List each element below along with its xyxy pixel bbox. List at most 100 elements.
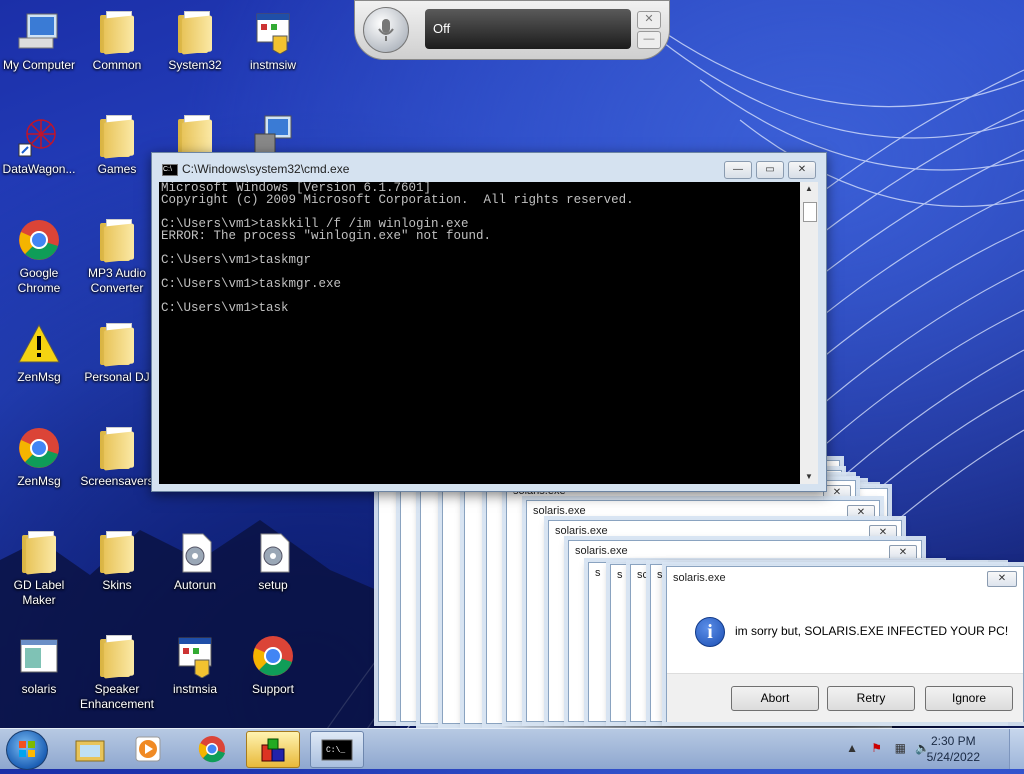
show-hidden-icons[interactable]: ▲: [846, 741, 858, 755]
desktop-icon-skins[interactable]: Skins: [78, 528, 156, 593]
dialog-title: solaris.exe: [575, 545, 628, 557]
desktop-icon-gd-label-maker[interactable]: GD Label Maker: [0, 528, 78, 608]
show-desktop-button[interactable]: [1009, 729, 1024, 769]
taskbar-explorer[interactable]: [64, 731, 116, 766]
taskbar-chrome[interactable]: [186, 731, 238, 766]
desktop-icon-label: My Computer: [2, 58, 76, 72]
scroll-thumb[interactable]: [803, 202, 817, 222]
speech-close-button[interactable]: ✕: [637, 11, 661, 29]
info-icon: i: [695, 617, 725, 647]
scroll-down-icon[interactable]: ▼: [800, 470, 818, 484]
action-center-icon[interactable]: ⚑: [871, 741, 882, 755]
desktop-icon-label: ZenMsg: [17, 474, 61, 488]
folder-icon: [178, 115, 212, 159]
warning-icon: [18, 323, 60, 363]
folder-icon: [100, 323, 134, 367]
desktop-icon-label: Games: [97, 162, 137, 176]
desktop-icon-label: ZenMsg: [17, 370, 61, 384]
start-button[interactable]: [6, 730, 48, 770]
virus-app-icon: [261, 738, 285, 761]
desktop-icon-zenmsg-warning[interactable]: ZenMsg: [0, 320, 78, 385]
error-dialog[interactable]: solaris.exe ✕ i im sorry but, SOLARIS.EX…: [666, 566, 1024, 722]
abort-button[interactable]: Abort: [731, 686, 819, 711]
desktop-icon-solaris[interactable]: solaris: [0, 632, 78, 697]
desktop-icon-setup[interactable]: setup: [234, 528, 312, 593]
scroll-up-icon[interactable]: ▲: [800, 182, 818, 196]
cmd-window[interactable]: C:\ C:\Windows\system32\cmd.exe — ▭ ✕ Mi…: [151, 152, 827, 492]
speech-minimize-button[interactable]: —: [637, 31, 661, 49]
dialog-button-bar: Abort Retry Ignore: [667, 673, 1023, 722]
clock-time: 2:30 PM: [930, 734, 976, 748]
dialog-close-button[interactable]: ✕: [847, 505, 875, 521]
desktop-icon-games[interactable]: Games: [78, 112, 156, 177]
media-player-icon: [135, 736, 161, 761]
folder-icon: [100, 427, 134, 471]
desktop-icon-datawagon[interactable]: DataWagon...: [0, 112, 78, 177]
dialog-close-button[interactable]: ✕: [987, 571, 1017, 587]
desktop-icon-label: GD Label Maker: [13, 578, 65, 607]
installer-icon: [256, 13, 290, 54]
computer-icon: [18, 13, 58, 49]
desktop-icon-google-chrome[interactable]: Google Chrome: [0, 216, 78, 296]
desktop-icon-system32[interactable]: System32: [156, 8, 234, 73]
taskbar-cmd[interactable]: C:\_: [310, 731, 364, 768]
desktop-icon-instmsiw[interactable]: instmsiw: [234, 8, 312, 73]
taskbar-media-player[interactable]: [122, 731, 174, 766]
desktop-icon-label: instmsiw: [249, 58, 296, 72]
cmd-icon: C:\: [162, 164, 178, 176]
desktop-icon-mp3-audio-converter[interactable]: MP3 Audio Converter: [78, 216, 156, 296]
dialog-close-button[interactable]: ✕: [889, 545, 917, 561]
desktop-icon-zenmsg-chrome[interactable]: ZenMsg: [0, 424, 78, 489]
close-button[interactable]: ✕: [788, 161, 816, 179]
cmd-window-title: C:\Windows\system32\cmd.exe: [182, 162, 350, 176]
dialog-title: solaris.exe: [555, 525, 608, 537]
vertical-scrollbar[interactable]: ▲ ▼: [800, 182, 818, 484]
desktop-icon-screensavers[interactable]: Screensavers: [78, 424, 156, 489]
chrome-icon: [253, 636, 293, 676]
minimize-button[interactable]: —: [724, 161, 752, 179]
desktop-icon-instmsia[interactable]: instmsia: [156, 632, 234, 697]
taskbar-virus-app[interactable]: [246, 731, 300, 768]
chrome-icon: [19, 220, 59, 260]
cmd-icon: C:\_: [321, 739, 353, 760]
microphone-button[interactable]: [363, 7, 409, 53]
folder-icon: [100, 531, 134, 575]
desktop-icon-my-computer[interactable]: My Computer: [0, 8, 78, 73]
microphone-icon: [378, 19, 394, 41]
settings-file-icon: [182, 533, 212, 573]
settings-file-icon: [260, 533, 290, 573]
desktop-icon-label: Speaker Enhancement: [79, 682, 155, 711]
desktop-icon-personal-dj[interactable]: Personal DJ: [78, 320, 156, 385]
retry-button[interactable]: Retry: [827, 686, 915, 711]
desktop-icon-label: setup: [258, 578, 288, 592]
maximize-button[interactable]: ▭: [756, 161, 784, 179]
folder-icon: [100, 219, 134, 263]
dialog-close-button[interactable]: ✕: [869, 525, 897, 541]
dialog-close-button[interactable]: ✕: [823, 485, 851, 501]
console-line: C:\Users\vm1>taskmgr.exe: [161, 277, 342, 291]
installer-icon: [178, 637, 212, 678]
desktop-icon-label: Skins: [102, 578, 132, 592]
desktop-icon-label: Common: [92, 58, 142, 72]
ignore-button[interactable]: Ignore: [925, 686, 1013, 711]
console-line: C:\Users\vm1>task: [161, 301, 289, 315]
speech-recognition-bar: Off ✕ —: [354, 0, 670, 60]
desktop-icon-common[interactable]: Common: [78, 8, 156, 73]
cmd-titlebar[interactable]: C:\ C:\Windows\system32\cmd.exe — ▭ ✕: [152, 153, 826, 183]
chrome-icon: [19, 428, 59, 468]
desktop-icon-support[interactable]: Support: [234, 632, 312, 697]
app-shortcut-icon: [18, 119, 56, 157]
desktop-icon-speaker-enhancement[interactable]: Speaker Enhancement: [78, 632, 156, 712]
console-line: Copyright (c) 2009 Microsoft Corporation…: [161, 193, 634, 207]
explorer-icon: [75, 740, 105, 761]
network-icon[interactable]: ▦: [895, 741, 906, 755]
folder-icon: [100, 115, 134, 159]
folder-icon: [100, 11, 134, 55]
desktop-icon-autorun[interactable]: Autorun: [156, 528, 234, 593]
folder-icon: [100, 635, 134, 679]
console-output[interactable]: Microsoft Windows [Version 6.1.7601] Copy…: [159, 182, 800, 484]
folder-icon: [22, 531, 56, 575]
desktop-icon-label: System32: [168, 58, 222, 72]
clock[interactable]: 2:30 PM 5/24/2022: [927, 733, 980, 765]
dialog-title: solaris.exe: [533, 505, 586, 517]
